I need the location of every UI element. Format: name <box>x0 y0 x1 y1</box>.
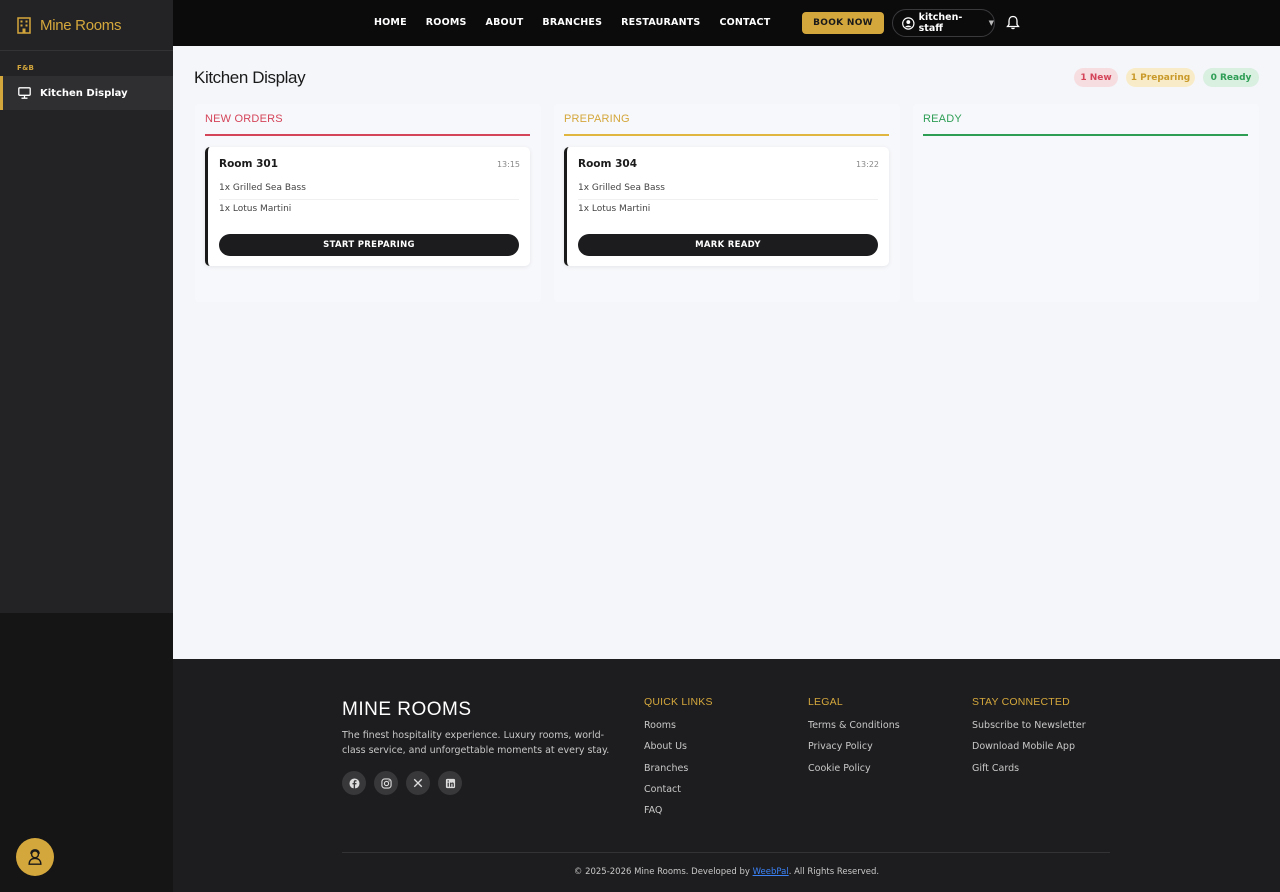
copyright-text: © 2025-2026 Mine Rooms. Developed by <box>573 867 753 877</box>
ready-count-badge: 0 Ready <box>1203 68 1259 87</box>
footer-link-privacy[interactable]: Privacy Policy <box>808 741 900 762</box>
footer-link-newsletter[interactable]: Subscribe to Newsletter <box>972 720 1086 741</box>
footer-description: The finest hospitality experience. Luxur… <box>342 730 610 756</box>
order-room: Room 304 <box>578 158 638 170</box>
footer-link-mobile-app[interactable]: Download Mobile App <box>972 741 1086 762</box>
column-divider <box>564 134 889 136</box>
page-title: Kitchen Display <box>194 68 306 87</box>
column-ready: READY <box>913 104 1259 302</box>
column-title: NEW ORDERS <box>205 113 283 125</box>
hotel-building-icon <box>17 16 31 34</box>
facebook-icon[interactable] <box>342 771 366 795</box>
footer-link-about-us[interactable]: About Us <box>644 741 713 762</box>
footer-legal: LEGAL Terms & Conditions Privacy Policy … <box>808 696 900 784</box>
column-divider <box>205 134 530 136</box>
chevron-down-icon: ▼ <box>988 19 994 27</box>
copyright: © 2025-2026 Mine Rooms. Developed by Wee… <box>173 867 1280 877</box>
order-item: 1x Grilled Sea Bass <box>219 183 306 193</box>
sidebar: Mine Rooms F&B Kitchen Display <box>0 0 173 613</box>
linkedin-icon[interactable] <box>438 771 462 795</box>
top-navbar: HOME ROOMS ABOUT BRANCHES RESTAURANTS CO… <box>173 0 1280 46</box>
copyright-suffix: . All Rights Reserved. <box>788 867 880 877</box>
x-icon[interactable] <box>406 771 430 795</box>
footer-heading: LEGAL <box>808 696 843 708</box>
footer-link-rooms[interactable]: Rooms <box>644 720 713 741</box>
preparing-count-badge: 1 Preparing <box>1126 68 1195 87</box>
site-footer: MINE ROOMS The finest hospitality experi… <box>173 659 1280 892</box>
nav-branches[interactable]: BRANCHES <box>542 17 602 28</box>
concierge-icon <box>28 849 42 865</box>
social-links <box>342 771 470 795</box>
nav-about[interactable]: ABOUT <box>486 17 524 28</box>
item-divider <box>219 199 519 200</box>
footer-link-cookie[interactable]: Cookie Policy <box>808 763 900 784</box>
order-card: Room 304 13:22 1x Grilled Sea Bass 1x Lo… <box>564 147 889 266</box>
user-name: kitchen-staff <box>918 12 963 34</box>
start-preparing-button[interactable]: START PREPARING <box>219 234 519 256</box>
order-card: Room 301 13:15 1x Grilled Sea Bass 1x Lo… <box>205 147 530 266</box>
footer-divider <box>342 852 1110 853</box>
order-item: 1x Lotus Martini <box>219 204 292 214</box>
nav-home[interactable]: HOME <box>374 17 407 28</box>
brand-name: Mine Rooms <box>40 16 122 34</box>
bell-icon[interactable] <box>1006 15 1020 30</box>
book-now-button[interactable]: BOOK NOW <box>802 12 884 34</box>
footer-link-faq[interactable]: FAQ <box>644 805 713 826</box>
order-time: 13:15 <box>496 160 520 169</box>
footer-link-contact[interactable]: Contact <box>644 784 713 805</box>
main-nav: HOME ROOMS ABOUT BRANCHES RESTAURANTS CO… <box>374 17 789 28</box>
developer-link[interactable]: WeebPal <box>753 867 789 877</box>
footer-heading: QUICK LINKS <box>644 696 713 708</box>
nav-contact[interactable]: CONTACT <box>719 17 770 28</box>
item-divider <box>578 199 878 200</box>
user-menu-button[interactable]: kitchen-staff ▼ <box>892 9 995 37</box>
footer-quick-links: QUICK LINKS Rooms About Us Branches Cont… <box>644 696 713 826</box>
sidebar-item-label: Kitchen Display <box>40 87 128 99</box>
nav-restaurants[interactable]: RESTAURANTS <box>621 17 700 28</box>
footer-stay-connected: STAY CONNECTED Subscribe to Newsletter D… <box>972 696 1086 784</box>
new-count-badge: 1 New <box>1074 68 1118 87</box>
column-title: PREPARING <box>564 113 630 125</box>
column-preparing: PREPARING Room 304 13:22 1x Grilled Sea … <box>554 104 900 302</box>
footer-brand: MINE ROOMS <box>342 699 472 720</box>
footer-heading: STAY CONNECTED <box>972 696 1070 708</box>
instagram-icon[interactable] <box>374 771 398 795</box>
order-item: 1x Lotus Martini <box>578 204 651 214</box>
column-title: READY <box>923 113 962 125</box>
sidebar-item-kitchen-display[interactable]: Kitchen Display <box>0 76 173 110</box>
assistant-button[interactable] <box>16 838 54 876</box>
order-item: 1x Grilled Sea Bass <box>578 183 665 193</box>
column-divider <box>923 134 1248 136</box>
monitor-icon <box>18 87 31 99</box>
footer-link-terms[interactable]: Terms & Conditions <box>808 720 900 741</box>
footer-link-gift-cards[interactable]: Gift Cards <box>972 763 1086 784</box>
nav-rooms[interactable]: ROOMS <box>426 17 467 28</box>
footer-link-branches[interactable]: Branches <box>644 763 713 784</box>
sidebar-section-label: F&B <box>17 64 35 72</box>
order-room: Room 301 <box>219 158 279 170</box>
brand[interactable]: Mine Rooms <box>0 0 173 51</box>
main-content: Kitchen Display 1 New 1 Preparing 0 Read… <box>173 46 1280 659</box>
mark-ready-button[interactable]: MARK READY <box>578 234 878 256</box>
user-circle-icon <box>902 16 915 30</box>
column-new-orders: NEW ORDERS Room 301 13:15 1x Grilled Sea… <box>195 104 541 302</box>
order-time: 13:22 <box>855 160 879 169</box>
